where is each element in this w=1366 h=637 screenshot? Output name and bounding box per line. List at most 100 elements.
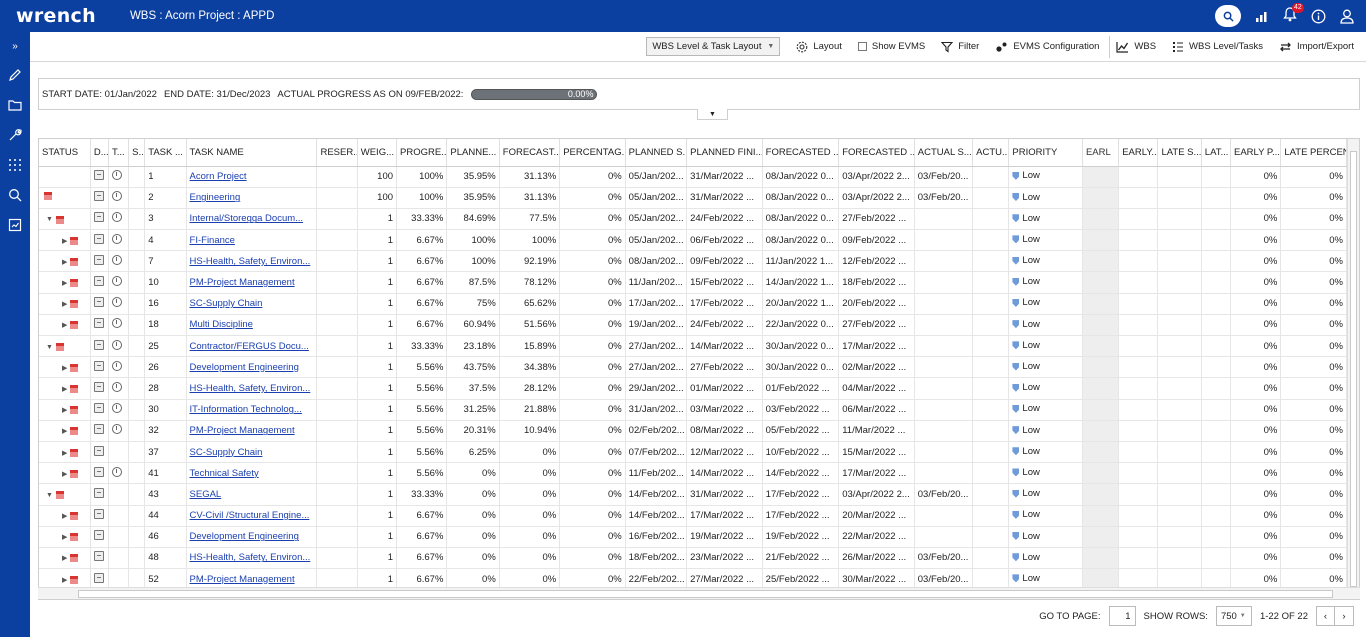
expand-sidebar-button[interactable]: »: [0, 32, 30, 60]
table-row[interactable]: ▼ 43 SEGAL 1 33.33% 0% 0% 0% 14/Feb/202... 31/Mar…: [39, 483, 1347, 506]
expand-row-icon[interactable]: ▶: [62, 406, 67, 414]
column-header[interactable]: PLANNED FINI...: [686, 139, 763, 167]
document-icon[interactable]: [93, 509, 104, 520]
table-row[interactable]: ▶ 18 Multi Discipline 1 6.67% 60.94% 51.56% 0% 1…: [39, 314, 1347, 337]
expand-row-icon[interactable]: ▶: [62, 237, 67, 245]
expand-row-icon[interactable]: ▶: [62, 300, 67, 308]
table-row[interactable]: ▶ 44 CV-Civil /Structural Engine... 1 6.67% 0…: [39, 505, 1347, 527]
expand-row-icon[interactable]: ▶: [62, 512, 67, 520]
sidebar-item-folder[interactable]: [0, 90, 30, 120]
signal-icon[interactable]: [1255, 10, 1269, 22]
document-icon[interactable]: [93, 276, 104, 287]
info-icon[interactable]: [1311, 9, 1326, 24]
document-icon[interactable]: [93, 424, 104, 435]
document-icon[interactable]: [93, 191, 104, 202]
column-header[interactable]: S...: [128, 139, 146, 167]
clock-icon[interactable]: [111, 403, 122, 414]
sidebar-item-search[interactable]: [0, 180, 30, 210]
task-name-link[interactable]: Technical Safety: [190, 468, 259, 479]
document-icon[interactable]: [93, 551, 104, 562]
column-header[interactable]: FORECASTED ...: [762, 139, 840, 167]
expand-row-icon[interactable]: ▶: [62, 533, 67, 541]
table-row[interactable]: ▶ 48 HS-Health, Safety, Environ... 1 6.67% 0%…: [39, 547, 1347, 570]
clock-icon[interactable]: [111, 254, 122, 265]
column-header[interactable]: EARL: [1082, 139, 1120, 167]
clock-icon[interactable]: [111, 233, 122, 244]
table-row[interactable]: ▶ 30 IT-Information Technolog... 1 5.56% 31.2…: [39, 399, 1347, 421]
column-header[interactable]: ACTU...: [972, 139, 1010, 167]
table-row[interactable]: ▼ 25 Contractor/FERGUS Docu... 1 33.33% 23.18…: [39, 335, 1347, 358]
document-icon[interactable]: [93, 403, 104, 414]
column-header[interactable]: PRIORITY: [1008, 139, 1083, 167]
document-icon[interactable]: [93, 530, 104, 541]
table-row[interactable]: ▼ 3 Internal/Storegga Docum... 1 33.33% 84.69…: [39, 208, 1347, 231]
task-name-link[interactable]: PM-Project Management: [190, 277, 295, 288]
task-name-link[interactable]: Internal/Storegga Docum...: [190, 213, 304, 224]
document-icon[interactable]: [93, 445, 104, 456]
task-name-link[interactable]: Development Engineering: [190, 531, 299, 542]
task-name-link[interactable]: IT-Information Technolog...: [190, 404, 302, 415]
task-name-link[interactable]: FI-Finance: [190, 235, 235, 246]
clock-icon[interactable]: [111, 381, 122, 392]
layout-select[interactable]: WBS Level & Task Layout ▼: [646, 37, 781, 56]
column-header[interactable]: WEIG...: [357, 139, 398, 167]
clock-icon[interactable]: [111, 339, 122, 350]
task-name-link[interactable]: HS-Health, Safety, Environ...: [190, 383, 311, 394]
document-icon[interactable]: [93, 572, 104, 583]
wbs-button[interactable]: WBS: [1116, 41, 1156, 53]
sidebar-item-edit[interactable]: [0, 60, 30, 90]
layout-button[interactable]: Layout: [796, 41, 842, 53]
table-row[interactable]: ▶ 32 PM-Project Management 1 5.56% 20.31% 10.9…: [39, 420, 1347, 442]
task-name-link[interactable]: SC-Supply Chain: [190, 298, 263, 309]
column-header[interactable]: STATUS: [39, 139, 91, 167]
column-header[interactable]: FORECAST...: [499, 139, 561, 167]
filter-button[interactable]: Filter: [941, 41, 979, 53]
expand-row-icon[interactable]: ▶: [62, 554, 67, 562]
column-header[interactable]: PLANNE...: [446, 139, 500, 167]
expand-row-icon[interactable]: ▶: [62, 576, 67, 584]
task-name-link[interactable]: SC-Supply Chain: [190, 447, 263, 458]
expand-row-icon[interactable]: ▶: [62, 321, 67, 329]
column-header[interactable]: TASK NAME: [186, 139, 318, 167]
document-icon[interactable]: [93, 233, 104, 244]
clock-icon[interactable]: [111, 276, 122, 287]
next-page-button[interactable]: ›: [1335, 606, 1354, 626]
document-icon[interactable]: [93, 381, 104, 392]
table-row[interactable]: 1 Acorn Project 100 100% 35.95% 31.13% 0% 05/Ja…: [39, 166, 1347, 188]
table-row[interactable]: ▶ 37 SC-Supply Chain 1 5.56% 6.25% 0% 0% 07/Feb/…: [39, 441, 1347, 464]
horizontal-scroll-thumb[interactable]: [78, 590, 1333, 598]
document-icon[interactable]: [93, 254, 104, 265]
document-icon[interactable]: [93, 297, 104, 308]
table-row[interactable]: 2 Engineering 100 100% 35.95% 31.13% 0% 05/Jan/…: [39, 187, 1347, 209]
show-evms-toggle[interactable]: Show EVMS: [857, 41, 925, 52]
expand-row-icon[interactable]: ▶: [62, 470, 67, 478]
column-header[interactable]: RESER...: [316, 139, 358, 167]
clock-icon[interactable]: [111, 318, 122, 329]
table-row[interactable]: ▶ 26 Development Engineering 1 5.56% 43.75% 34…: [39, 356, 1347, 379]
table-row[interactable]: ▶ 41 Technical Safety 1 5.56% 0% 0% 0% 11/Feb/20…: [39, 462, 1347, 485]
collapse-info-button[interactable]: ▼: [697, 109, 728, 120]
task-name-link[interactable]: Development Engineering: [190, 362, 299, 373]
column-header[interactable]: ACTUAL S...: [914, 139, 974, 167]
expand-row-icon[interactable]: ▶: [62, 258, 67, 266]
rows-per-page-select[interactable]: 750 ▼: [1215, 606, 1252, 626]
evms-configuration-button[interactable]: EVMS Configuration: [995, 41, 1099, 53]
notifications-button[interactable]: 42: [1283, 3, 1304, 25]
show-evms-checkbox[interactable]: [857, 42, 867, 51]
table-row[interactable]: ▶ 16 SC-Supply Chain 1 6.67% 75% 65.62% 0% 17/Ja…: [39, 293, 1347, 315]
column-header[interactable]: EARLY...: [1118, 139, 1159, 167]
task-name-link[interactable]: Multi Discipline: [190, 319, 253, 330]
expand-row-icon[interactable]: ▶: [62, 427, 67, 435]
expand-row-icon[interactable]: ▶: [62, 279, 67, 287]
column-header[interactable]: LATE PERCEN...: [1280, 139, 1347, 167]
expand-row-icon[interactable]: ▶: [62, 385, 67, 393]
table-row[interactable]: ▶ 10 PM-Project Management 1 6.67% 87.5% 78.12…: [39, 271, 1347, 294]
horizontal-scrollbar[interactable]: [38, 587, 1360, 599]
clock-icon[interactable]: [111, 297, 122, 308]
search-button[interactable]: [1215, 5, 1241, 27]
sidebar-item-reports[interactable]: [0, 210, 30, 240]
collapse-row-icon[interactable]: ▼: [46, 216, 53, 223]
task-name-link[interactable]: Engineering: [190, 192, 241, 203]
column-header[interactable]: PROGRE...: [396, 139, 448, 167]
column-header[interactable]: TASK ...: [144, 139, 187, 167]
